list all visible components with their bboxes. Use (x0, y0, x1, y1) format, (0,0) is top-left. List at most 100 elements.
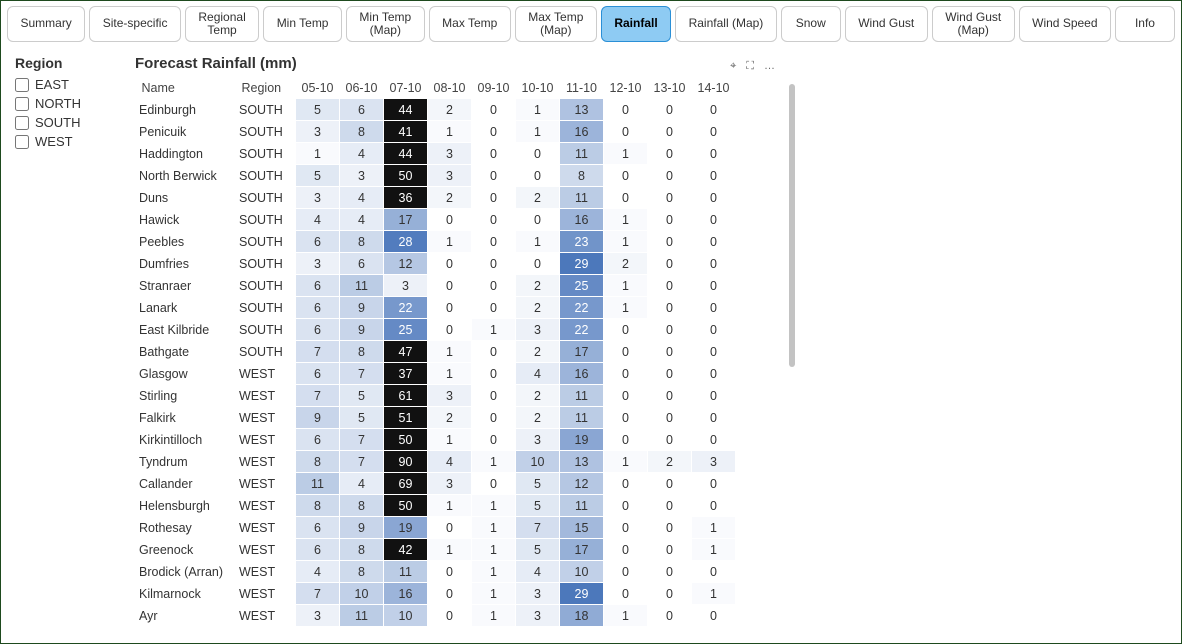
tab-max-temp-map-[interactable]: Max Temp (Map) (515, 6, 597, 42)
tab-rainfall[interactable]: Rainfall (601, 6, 671, 42)
cell-value[interactable]: 4 (340, 209, 384, 231)
cell-value[interactable]: 10 (384, 605, 428, 627)
cell-value[interactable]: 1 (428, 539, 472, 561)
cell-value[interactable]: 37 (384, 363, 428, 385)
cell-value[interactable]: 0 (648, 495, 692, 517)
cell-value[interactable]: 1 (692, 583, 736, 605)
cell-value[interactable]: 0 (472, 121, 516, 143)
cell-value[interactable]: 17 (560, 539, 604, 561)
cell-value[interactable]: 0 (604, 165, 648, 187)
cell-value[interactable]: 0 (472, 341, 516, 363)
cell-value[interactable]: 7 (340, 363, 384, 385)
cell-value[interactable]: 10 (516, 451, 560, 473)
cell-value[interactable]: 3 (384, 275, 428, 297)
filter-south[interactable]: SOUTH (15, 115, 135, 130)
more-icon[interactable]: … (764, 60, 775, 73)
cell-name[interactable]: Bathgate (136, 341, 236, 363)
cell-name[interactable]: Stirling (136, 385, 236, 407)
cell-value[interactable]: 42 (384, 539, 428, 561)
cell-value[interactable]: 10 (340, 583, 384, 605)
cell-value[interactable]: 1 (604, 209, 648, 231)
cell-value[interactable]: 0 (472, 231, 516, 253)
cell-value[interactable]: 1 (296, 143, 340, 165)
filter-west[interactable]: WEST (15, 134, 135, 149)
cell-name[interactable]: Greenock (136, 539, 236, 561)
cell-value[interactable]: 0 (648, 319, 692, 341)
cell-value[interactable]: 5 (516, 473, 560, 495)
cell-value[interactable]: 0 (692, 341, 736, 363)
cell-value[interactable]: 1 (692, 539, 736, 561)
cell-value[interactable]: 8 (340, 231, 384, 253)
cell-name[interactable]: Ayr (136, 605, 236, 627)
cell-value[interactable]: 0 (428, 319, 472, 341)
cell-value[interactable]: 18 (560, 605, 604, 627)
scrollbar[interactable] (789, 84, 795, 367)
cell-value[interactable]: 0 (692, 561, 736, 583)
cell-name[interactable]: Stranraer (136, 275, 236, 297)
cell-value[interactable]: 8 (340, 539, 384, 561)
cell-value[interactable]: 22 (384, 297, 428, 319)
cell-value[interactable]: 12 (384, 253, 428, 275)
cell-value[interactable]: 7 (340, 451, 384, 473)
cell-value[interactable]: 11 (560, 495, 604, 517)
cell-value[interactable]: 1 (472, 605, 516, 627)
cell-name[interactable]: Glasgow (136, 363, 236, 385)
cell-name[interactable]: Dumfries (136, 253, 236, 275)
cell-value[interactable]: 1 (472, 561, 516, 583)
cell-value[interactable]: 0 (472, 187, 516, 209)
cell-value[interactable]: 19 (384, 517, 428, 539)
cell-value[interactable]: 3 (692, 451, 736, 473)
col-07-10[interactable]: 07-10 (384, 78, 428, 99)
cell-value[interactable]: 0 (472, 385, 516, 407)
cell-value[interactable]: 0 (648, 473, 692, 495)
cell-value[interactable]: 2 (516, 407, 560, 429)
tab-wind-gust[interactable]: Wind Gust (845, 6, 928, 42)
cell-value[interactable]: 4 (516, 363, 560, 385)
tab-min-temp-map-[interactable]: Min Temp (Map) (346, 6, 425, 42)
cell-value[interactable]: 0 (428, 297, 472, 319)
tab-min-temp[interactable]: Min Temp (263, 6, 342, 42)
cell-value[interactable]: 6 (296, 363, 340, 385)
cell-value[interactable]: 0 (428, 561, 472, 583)
cell-value[interactable]: 11 (340, 605, 384, 627)
cell-value[interactable]: 0 (692, 429, 736, 451)
cell-value[interactable]: 0 (604, 517, 648, 539)
expand-icon[interactable]: ⛶ (746, 60, 754, 73)
cell-value[interactable]: 1 (604, 451, 648, 473)
cell-value[interactable]: 23 (560, 231, 604, 253)
cell-value[interactable]: 0 (648, 121, 692, 143)
cell-value[interactable]: 1 (604, 297, 648, 319)
cell-value[interactable]: 3 (340, 165, 384, 187)
col-12-10[interactable]: 12-10 (604, 78, 648, 99)
cell-value[interactable]: 6 (296, 275, 340, 297)
cell-value[interactable]: 0 (648, 143, 692, 165)
cell-value[interactable]: 0 (692, 209, 736, 231)
cell-value[interactable]: 13 (560, 451, 604, 473)
cell-value[interactable]: 0 (692, 187, 736, 209)
cell-value[interactable]: 0 (604, 561, 648, 583)
cell-value[interactable]: 3 (296, 253, 340, 275)
cell-name[interactable]: Lanark (136, 297, 236, 319)
cell-value[interactable]: 0 (692, 99, 736, 121)
cell-value[interactable]: 15 (560, 517, 604, 539)
cell-value[interactable]: 8 (340, 495, 384, 517)
cell-value[interactable]: 0 (604, 121, 648, 143)
cell-value[interactable]: 3 (428, 143, 472, 165)
cell-value[interactable]: 13 (560, 99, 604, 121)
cell-value[interactable]: 0 (604, 473, 648, 495)
cell-value[interactable]: 0 (692, 319, 736, 341)
filter-checkbox-east[interactable] (15, 78, 29, 92)
col-05-10[interactable]: 05-10 (296, 78, 340, 99)
cell-value[interactable]: 0 (648, 605, 692, 627)
cell-value[interactable]: 6 (296, 429, 340, 451)
cell-value[interactable]: 1 (472, 583, 516, 605)
cell-value[interactable]: 5 (340, 407, 384, 429)
tab-wind-speed[interactable]: Wind Speed (1019, 6, 1111, 42)
cell-value[interactable]: 41 (384, 121, 428, 143)
cell-value[interactable]: 1 (428, 121, 472, 143)
cell-value[interactable]: 0 (604, 495, 648, 517)
cell-value[interactable]: 1 (428, 363, 472, 385)
cell-value[interactable]: 0 (692, 495, 736, 517)
cell-value[interactable]: 5 (296, 99, 340, 121)
cell-name[interactable]: Tyndrum (136, 451, 236, 473)
